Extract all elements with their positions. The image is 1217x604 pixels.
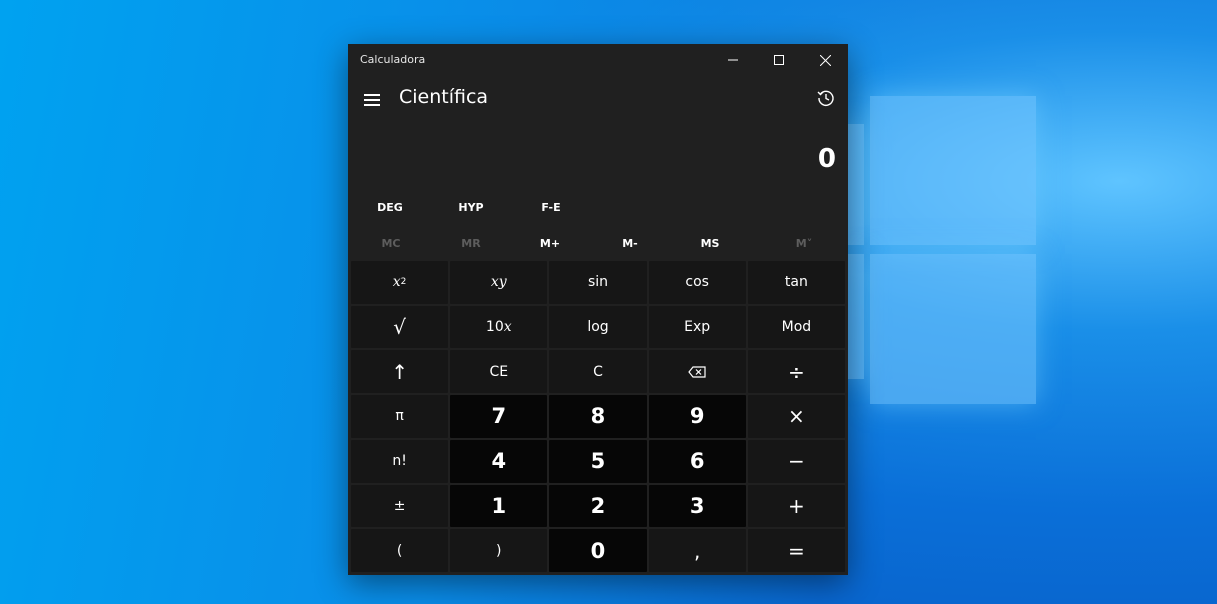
menu-icon[interactable] [360, 88, 384, 112]
memory-clear-button[interactable]: MC [351, 237, 431, 250]
digit-7-button[interactable]: 7 [450, 395, 548, 438]
exp-button[interactable]: Exp [648, 305, 746, 349]
backspace-button[interactable] [648, 350, 746, 394]
plus-button[interactable]: + [747, 484, 845, 528]
ten-power-button[interactable]: 10 x [450, 305, 548, 349]
history-icon[interactable] [816, 88, 838, 110]
memory-list-button[interactable]: M˅ [764, 237, 844, 250]
memory-recall-button[interactable]: MR [431, 237, 511, 250]
title-bar[interactable]: Calculadora [348, 44, 848, 76]
mode-header: Científica [348, 76, 848, 122]
minimize-icon [728, 59, 738, 61]
minus-button[interactable]: − [747, 439, 845, 483]
digit-2-button[interactable]: 2 [549, 484, 647, 528]
digit-5-button[interactable]: 5 [549, 439, 647, 483]
windows-logo [846, 96, 1038, 406]
clear-button[interactable]: C [549, 350, 647, 394]
left-paren-button[interactable]: ( [351, 529, 449, 572]
window-title: Calculadora [360, 53, 426, 66]
digit-3-button[interactable]: 3 [648, 484, 746, 528]
mode-title: Científica [399, 86, 489, 108]
digit-6-button[interactable]: 6 [648, 439, 746, 483]
power-button[interactable]: xy [450, 261, 548, 304]
pi-button[interactable]: π [351, 395, 449, 438]
maximize-icon [774, 55, 784, 65]
mod-button[interactable]: Mod [747, 305, 845, 349]
digit-9-button[interactable]: 9 [648, 395, 746, 438]
sin-button[interactable]: sin [549, 261, 647, 304]
equals-button[interactable]: = [747, 529, 845, 572]
digit-0-button[interactable]: 0 [549, 529, 647, 572]
keypad: x2 xy sin cos tan √ 10 x log Exp Mod ↑ CE… [351, 261, 845, 572]
square-button[interactable]: x2 [351, 261, 449, 304]
fe-toggle[interactable]: F-E [520, 201, 582, 214]
deg-toggle[interactable]: DEG [359, 201, 421, 214]
digit-4-button[interactable]: 4 [450, 439, 548, 483]
minimize-button[interactable] [710, 44, 756, 76]
negate-button[interactable]: ± [351, 484, 449, 528]
clear-entry-button[interactable]: CE [450, 350, 548, 394]
close-icon [819, 54, 831, 66]
maximize-button[interactable] [756, 44, 802, 76]
digit-1-button[interactable]: 1 [450, 484, 548, 528]
close-button[interactable] [802, 44, 848, 76]
hyp-toggle[interactable]: HYP [440, 201, 502, 214]
log-button[interactable]: log [549, 305, 647, 349]
backspace-icon [688, 366, 706, 378]
memory-store-button[interactable]: MS [670, 237, 750, 250]
multiply-button[interactable]: × [747, 395, 845, 438]
shift-button[interactable]: ↑ [351, 350, 449, 394]
divide-button[interactable]: ÷ [747, 350, 845, 394]
result-display: 0 [817, 144, 836, 174]
factorial-button[interactable]: n! [351, 439, 449, 483]
decimal-button[interactable]: , [648, 529, 746, 572]
memory-subtract-button[interactable]: M- [590, 237, 670, 250]
square-root-button[interactable]: √ [351, 305, 449, 349]
digit-8-button[interactable]: 8 [549, 395, 647, 438]
memory-add-button[interactable]: M+ [510, 237, 590, 250]
right-paren-button[interactable]: ) [450, 529, 548, 572]
calculator-window: Calculadora Científica 0 DEG HYP F-E MC … [348, 44, 848, 575]
tan-button[interactable]: tan [747, 261, 845, 304]
cos-button[interactable]: cos [648, 261, 746, 304]
